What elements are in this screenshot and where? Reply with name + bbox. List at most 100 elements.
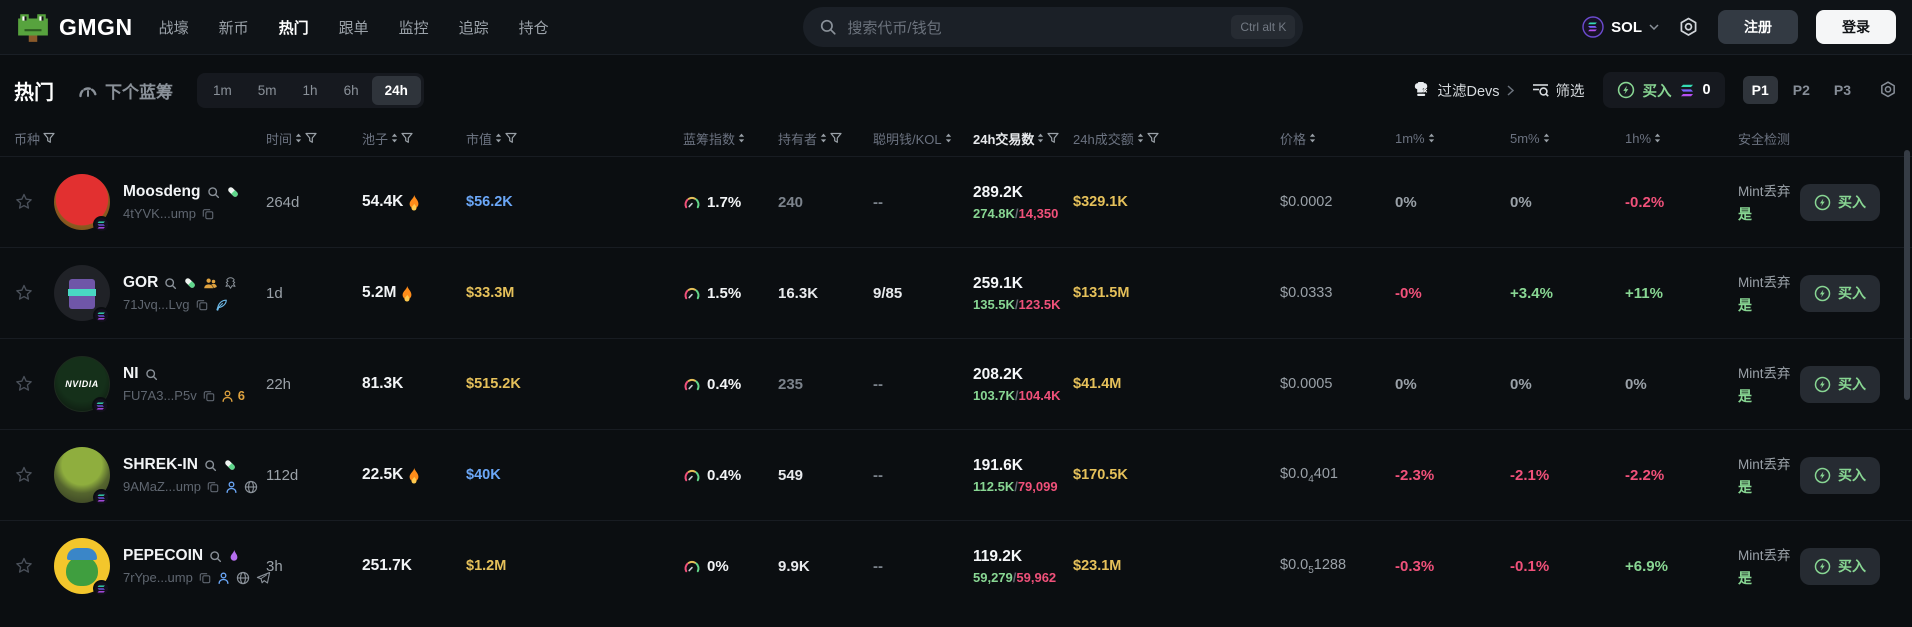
preset-p2[interactable]: P2 — [1784, 76, 1819, 104]
column-header-security[interactable]: 安全检测 — [1738, 129, 1800, 148]
funnel-icon[interactable] — [305, 132, 317, 144]
funnel-icon[interactable] — [1147, 132, 1159, 144]
column-header-price[interactable]: 价格 — [1280, 129, 1395, 148]
gmgn-logo[interactable]: GMGN — [16, 10, 133, 44]
timeframe-1h[interactable]: 1h — [290, 76, 331, 105]
buy-button[interactable]: 买入 — [1800, 274, 1880, 312]
table-settings-gear-icon[interactable] — [1878, 80, 1898, 100]
token-avatar[interactable] — [54, 447, 110, 506]
search-icon[interactable] — [204, 459, 217, 472]
funnel-icon[interactable] — [830, 132, 842, 144]
login-button[interactable]: 登录 — [1815, 10, 1896, 44]
globe-icon[interactable] — [244, 480, 258, 494]
search-icon[interactable] — [145, 368, 158, 381]
sort-icon[interactable] — [295, 132, 302, 144]
funnel-icon[interactable] — [43, 132, 55, 144]
table-row[interactable]: Moosdeng 4tYVK...ump 264d 54.4K $56.2K 1… — [0, 156, 1912, 247]
table-row[interactable]: SHREK-IN 9AMaZ...ump 112d 22.5K $40K 0.4… — [0, 429, 1912, 520]
timeframe-6h[interactable]: 6h — [331, 76, 372, 105]
timeframe-24h[interactable]: 24h — [371, 75, 421, 105]
dexscreener-icon[interactable] — [224, 276, 237, 290]
quick-buy-settings[interactable]: 买入 0 — [1602, 72, 1725, 108]
column-header-token[interactable]: 币种 — [14, 129, 266, 148]
favorite-star-icon[interactable] — [14, 374, 34, 394]
screening-button[interactable]: 筛选 — [1532, 80, 1585, 101]
search-bar[interactable]: 搜索代币/钱包 Ctrl alt K — [803, 7, 1304, 47]
column-header-volume[interactable]: 24h成交额 — [1073, 129, 1280, 148]
preset-p1[interactable]: P1 — [1742, 76, 1778, 104]
table-row[interactable]: GOR 71Jvq...Lvg 1d 5.2M $33.3M 1.5% 16.3… — [0, 247, 1912, 338]
filter-devs-button[interactable]: 过滤Devs — [1412, 80, 1514, 101]
nav-item-monitor[interactable]: 监控 — [399, 17, 429, 38]
flame-icon[interactable] — [228, 549, 240, 564]
nav-item-new[interactable]: 新币 — [219, 17, 249, 38]
copy-icon[interactable] — [207, 481, 219, 493]
buy-button[interactable]: 买入 — [1800, 365, 1880, 403]
sort-icon[interactable] — [1654, 132, 1661, 144]
globe-icon[interactable] — [236, 571, 250, 585]
pill-icon[interactable] — [223, 458, 237, 472]
column-header-h1[interactable]: 1h% — [1625, 131, 1738, 146]
pill-icon[interactable] — [226, 185, 240, 199]
token-avatar[interactable] — [54, 265, 110, 324]
nav-item-holdings[interactable]: 持仓 — [519, 17, 549, 38]
column-header-bluechip[interactable]: 蓝筹指数 — [683, 129, 778, 148]
column-header-pool[interactable]: 池子 — [362, 129, 466, 148]
column-header-holders[interactable]: 持有者 — [778, 129, 873, 148]
column-header-smart[interactable]: 聪明钱/KOL — [873, 129, 973, 148]
table-row[interactable]: PEPECOIN 7rYpe...ump 3h 251.7K $1.2M 0% … — [0, 520, 1912, 611]
signup-button[interactable]: 注册 — [1717, 10, 1798, 44]
sort-icon[interactable] — [1037, 132, 1044, 144]
person-blue-icon[interactable] — [225, 480, 238, 494]
feather-icon[interactable] — [214, 298, 228, 312]
search-icon[interactable] — [209, 550, 222, 563]
favorite-star-icon[interactable] — [14, 283, 34, 303]
buy-button[interactable]: 买入 — [1800, 456, 1880, 494]
column-header-m5[interactable]: 5m% — [1510, 131, 1625, 146]
table-row[interactable]: NVIDIA NI FU7A3...P5v 6 22h 81.3K $515.2… — [0, 338, 1912, 429]
nav-item-copytrade[interactable]: 跟单 — [339, 17, 369, 38]
scrollbar[interactable] — [1904, 150, 1910, 400]
copy-icon[interactable] — [203, 390, 215, 402]
column-header-mcap[interactable]: 市值 — [466, 129, 683, 148]
sort-icon[interactable] — [1309, 132, 1316, 144]
preset-p3[interactable]: P3 — [1825, 76, 1860, 104]
chain-selector[interactable]: SOL — [1582, 16, 1659, 38]
sort-icon[interactable] — [1543, 132, 1550, 144]
copy-icon[interactable] — [202, 208, 214, 220]
buy-button[interactable]: 买入 — [1800, 183, 1880, 221]
person-orange-icon[interactable] — [221, 389, 234, 403]
settings-gear-icon[interactable] — [1677, 16, 1700, 39]
favorite-star-icon[interactable] — [14, 192, 34, 212]
sort-icon[interactable] — [1137, 132, 1144, 144]
column-header-age[interactable]: 时间 — [266, 129, 362, 148]
next-bluechip-toggle[interactable]: 下个蓝筹 — [78, 78, 173, 103]
timeframe-1m[interactable]: 1m — [200, 76, 245, 105]
nav-item-trench[interactable]: 战壕 — [159, 17, 189, 38]
token-avatar[interactable]: NVIDIA — [54, 356, 110, 414]
funnel-icon[interactable] — [505, 132, 517, 144]
sort-icon[interactable] — [1428, 132, 1435, 144]
sort-icon[interactable] — [738, 132, 745, 144]
search-icon[interactable] — [207, 186, 220, 199]
sort-icon[interactable] — [945, 132, 952, 144]
funnel-icon[interactable] — [401, 132, 413, 144]
copy-icon[interactable] — [199, 572, 211, 584]
token-avatar[interactable] — [54, 174, 110, 233]
sort-icon[interactable] — [495, 132, 502, 144]
nav-item-trending[interactable]: 热门 — [279, 17, 309, 38]
column-header-m1[interactable]: 1m% — [1395, 131, 1510, 146]
community-icon[interactable] — [203, 276, 218, 290]
timeframe-5m[interactable]: 5m — [245, 76, 290, 105]
nav-item-track[interactable]: 追踪 — [459, 17, 489, 38]
person-blue-icon[interactable] — [217, 571, 230, 585]
favorite-star-icon[interactable] — [14, 465, 34, 485]
token-avatar[interactable] — [54, 538, 110, 597]
search-icon[interactable] — [164, 277, 177, 290]
sort-icon[interactable] — [820, 132, 827, 144]
funnel-icon[interactable] — [1047, 132, 1060, 144]
buy-button[interactable]: 买入 — [1800, 547, 1880, 585]
pill-icon[interactable] — [183, 276, 197, 290]
column-header-tx[interactable]: 24h交易数 — [973, 129, 1073, 148]
sort-icon[interactable] — [391, 132, 398, 144]
